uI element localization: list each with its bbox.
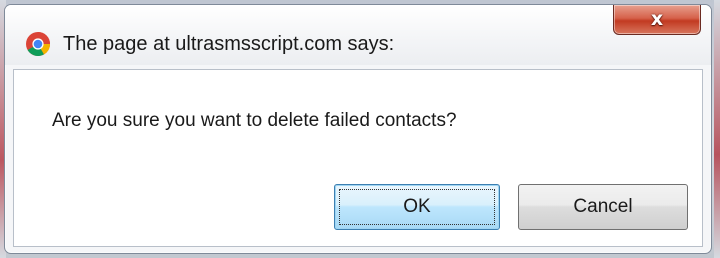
dialog-titlebar: The page at ultrasmsscript.com says: x: [5, 5, 711, 65]
close-button[interactable]: x: [613, 5, 701, 35]
ok-button[interactable]: OK: [334, 184, 500, 230]
cancel-button-label: Cancel: [573, 196, 633, 217]
backdrop-right-edge: [714, 0, 720, 258]
confirm-message: Are you sure you want to delete failed c…: [52, 110, 457, 131]
chrome-icon: [25, 31, 51, 57]
cancel-button[interactable]: Cancel: [518, 184, 688, 230]
ok-button-label: OK: [403, 196, 431, 217]
dialog-title: The page at ultrasmsscript.com says:: [63, 33, 395, 55]
dialog-body: Are you sure you want to delete failed c…: [13, 69, 703, 247]
close-icon: x: [650, 8, 664, 30]
javascript-confirm-dialog: The page at ultrasmsscript.com says: x A…: [4, 4, 712, 254]
